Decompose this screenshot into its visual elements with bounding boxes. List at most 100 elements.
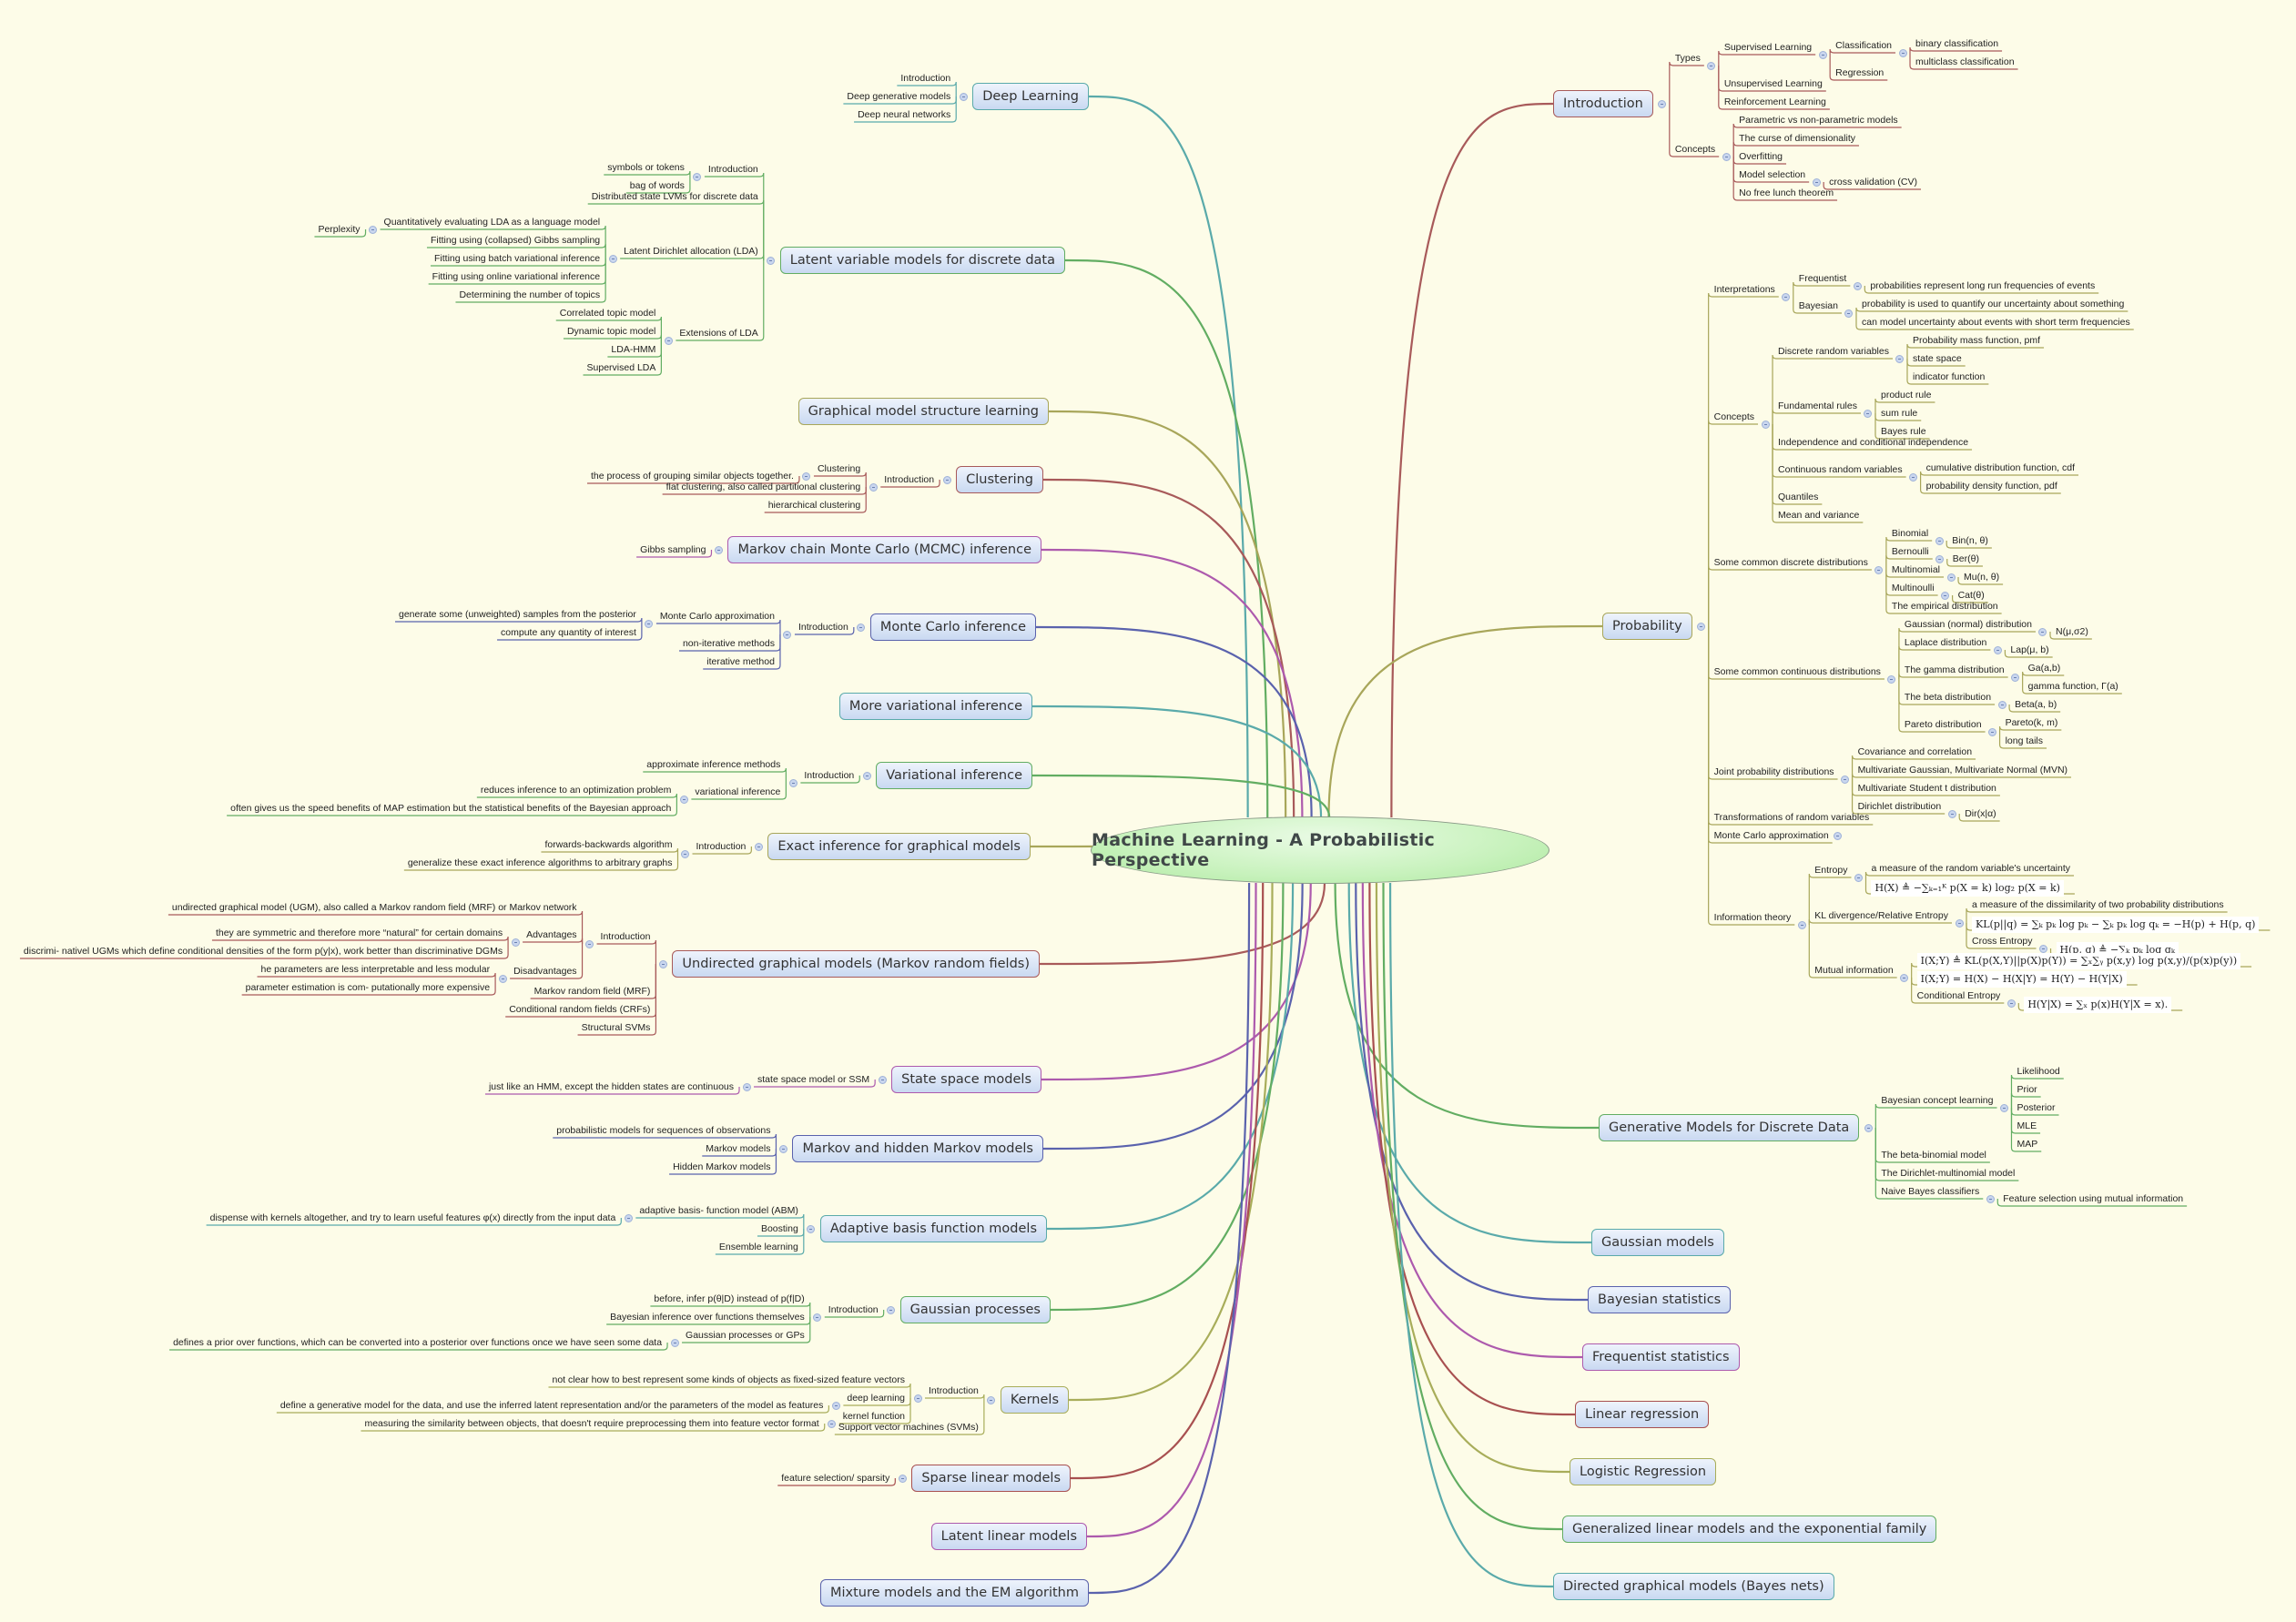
subtopic[interactable]: just like an HMM, except the hidden stat… — [489, 1080, 734, 1093]
collapse-toggle-icon[interactable] — [2038, 627, 2047, 636]
subtopic[interactable]: MLE — [2017, 1120, 2037, 1132]
collapse-toggle-icon[interactable] — [862, 771, 871, 780]
main-topic[interactable]: Adaptive basis function models — [819, 1215, 1047, 1242]
main-topic[interactable]: Gaussian processes — [899, 1296, 1051, 1323]
subtopic[interactable]: Fitting using (collapsed) Gibbs sampling — [431, 234, 600, 247]
subtopic[interactable]: gamma function, Γ(a) — [2028, 680, 2118, 693]
collapse-toggle-icon[interactable] — [714, 545, 723, 554]
collapse-toggle-icon[interactable] — [1874, 565, 1884, 574]
collapse-toggle-icon[interactable] — [987, 1395, 996, 1404]
main-topic[interactable]: More variational inference — [838, 693, 1032, 720]
subtopic[interactable]: undirected graphical model (UGM), also c… — [172, 901, 577, 914]
collapse-toggle-icon[interactable] — [778, 1144, 787, 1153]
subtopic[interactable]: Information theory — [1714, 911, 1792, 924]
subtopic[interactable]: Quantitatively evaluating LDA as a langu… — [384, 216, 601, 228]
subtopic[interactable]: Bin(n, θ) — [1952, 534, 1988, 547]
subtopic[interactable]: Fundamental rules — [1778, 400, 1857, 412]
subtopic[interactable]: Transformations of random variables — [1714, 811, 1870, 824]
subtopic[interactable]: a measure of the dissimilarity of two pr… — [1972, 898, 2224, 911]
main-topic[interactable]: Markov chain Monte Carlo (MCMC) inferenc… — [727, 536, 1041, 563]
main-topic[interactable]: Bayesian statistics — [1588, 1286, 1732, 1313]
subtopic[interactable]: generate some (unweighted) samples from … — [399, 608, 636, 621]
subtopic[interactable]: Covariance and correlation — [1858, 745, 1973, 758]
subtopic[interactable]: defines a prior over functions, which ca… — [173, 1336, 662, 1349]
subtopic[interactable]: deep learning — [847, 1392, 905, 1404]
collapse-toggle-icon[interactable] — [1986, 1194, 1995, 1203]
subtopic[interactable]: No free lunch theorem — [1739, 187, 1834, 199]
collapse-toggle-icon[interactable] — [1988, 727, 1997, 736]
subtopic[interactable]: Independence and conditional independenc… — [1778, 436, 1968, 449]
collapse-toggle-icon[interactable] — [1818, 50, 1827, 59]
main-topic[interactable]: Gaussian models — [1591, 1229, 1724, 1256]
collapse-toggle-icon[interactable] — [1854, 873, 1863, 882]
subtopic[interactable]: Continuous random variables — [1778, 463, 1903, 476]
subtopic[interactable]: Latent Dirichlet allocation (LDA) — [624, 245, 758, 258]
main-topic[interactable]: Probability — [1602, 613, 1692, 640]
subtopic[interactable]: Fitting using batch variational inferenc… — [434, 252, 600, 265]
collapse-toggle-icon[interactable] — [1999, 1103, 2008, 1112]
subtopic[interactable]: probabilities represent long run frequen… — [1870, 279, 2095, 292]
subtopic[interactable]: state space model or SSM — [757, 1073, 869, 1086]
subtopic[interactable]: The empirical distribution — [1892, 600, 1998, 613]
subtopic[interactable]: Extensions of LDA — [679, 327, 757, 340]
subtopic[interactable]: Quantiles — [1778, 491, 1818, 503]
main-topic[interactable]: Sparse linear models — [911, 1465, 1071, 1492]
collapse-toggle-icon[interactable] — [857, 623, 866, 632]
collapse-toggle-icon[interactable] — [1898, 48, 1907, 57]
subtopic[interactable]: discrimi- nativel UGMs which define cond… — [24, 945, 503, 958]
subtopic[interactable]: Introduction — [696, 840, 747, 853]
subtopic[interactable]: Mu(n, θ) — [1964, 571, 1999, 583]
collapse-toggle-icon[interactable] — [1841, 775, 1850, 784]
subtopic[interactable]: MAP — [2017, 1138, 2037, 1151]
subtopic[interactable]: a measure of the random variable's uncer… — [1871, 862, 2070, 875]
collapse-toggle-icon[interactable] — [585, 939, 594, 948]
collapse-toggle-icon[interactable] — [679, 795, 688, 804]
subtopic[interactable]: Probability mass function, pmf — [1913, 334, 2040, 347]
formula-topic[interactable]: H(X) ≜ −∑ₖ₌₁ᴷ p(X = k) log₂ p(X = k) — [1871, 880, 2064, 897]
collapse-toggle-icon[interactable] — [2039, 944, 2048, 953]
subtopic[interactable]: probability density function, pdf — [1926, 480, 2057, 492]
subtopic[interactable]: hierarchical clustering — [768, 499, 861, 512]
subtopic[interactable]: Ber(θ) — [1953, 552, 1979, 565]
collapse-toggle-icon[interactable] — [1761, 420, 1770, 429]
collapse-toggle-icon[interactable] — [664, 336, 673, 345]
subtopic[interactable]: Cross Entropy — [1972, 935, 2033, 948]
subtopic[interactable]: Beta(a, b) — [2015, 698, 2057, 711]
subtopic[interactable]: compute any quantity of interest — [501, 626, 636, 639]
collapse-toggle-icon[interactable] — [608, 254, 617, 263]
subtopic[interactable]: reduces inference to an optimization pro… — [481, 784, 672, 796]
subtopic[interactable]: before, infer p(θ|D) instead of p(f|D) — [654, 1293, 804, 1305]
subtopic[interactable]: Classification — [1835, 39, 1892, 52]
subtopic[interactable]: forwards-backwards algorithm — [544, 838, 672, 851]
collapse-toggle-icon[interactable] — [1935, 536, 1944, 545]
formula-topic[interactable]: H(Y|X) = ∑ₓ p(x)H(Y|X = x). — [2024, 997, 2172, 1013]
subtopic[interactable]: Deep neural networks — [858, 108, 950, 121]
subtopic[interactable]: Entropy — [1814, 864, 1847, 877]
subtopic[interactable]: feature selection/ sparsity — [781, 1472, 889, 1485]
subtopic[interactable]: Reinforcement Learning — [1724, 96, 1826, 108]
collapse-toggle-icon[interactable] — [1864, 1123, 1873, 1132]
collapse-toggle-icon[interactable] — [658, 959, 667, 968]
subtopic[interactable]: multiclass classification — [1915, 56, 2015, 68]
subtopic[interactable]: Conditional Entropy — [1917, 989, 2001, 1002]
formula-topic[interactable]: I(X;Y) = H(X) − H(X|Y) = H(Y) − H(Y|X) — [1916, 971, 2127, 988]
subtopic[interactable]: Disadvantages — [513, 965, 576, 978]
subtopic[interactable]: Introduction — [804, 769, 854, 782]
subtopic[interactable]: Introduction — [884, 473, 934, 486]
subtopic[interactable]: variational inference — [695, 786, 780, 798]
main-topic[interactable]: Introduction — [1553, 90, 1653, 117]
collapse-toggle-icon[interactable] — [1900, 973, 1909, 982]
subtopic[interactable]: Pareto distribution — [1905, 718, 1982, 731]
collapse-toggle-icon[interactable] — [828, 1419, 837, 1428]
collapse-toggle-icon[interactable] — [1707, 61, 1716, 70]
subtopic[interactable]: Introduction — [798, 621, 848, 634]
collapse-toggle-icon[interactable] — [2006, 999, 2016, 1008]
collapse-toggle-icon[interactable] — [831, 1401, 840, 1410]
subtopic[interactable]: Introduction — [929, 1384, 979, 1397]
subtopic[interactable]: sum rule — [1881, 407, 1917, 420]
formula-topic[interactable]: KL(p||q) = ∑ₖ pₖ log pₖ − ∑ₖ pₖ log qₖ =… — [1972, 917, 2260, 933]
main-topic[interactable]: Generalized linear models and the expone… — [1562, 1516, 1937, 1543]
subtopic[interactable]: Dirichlet distribution — [1858, 800, 1942, 813]
subtopic[interactable]: Gaussian (normal) distribution — [1905, 618, 2032, 631]
subtopic[interactable]: Hidden Markov models — [673, 1161, 770, 1173]
